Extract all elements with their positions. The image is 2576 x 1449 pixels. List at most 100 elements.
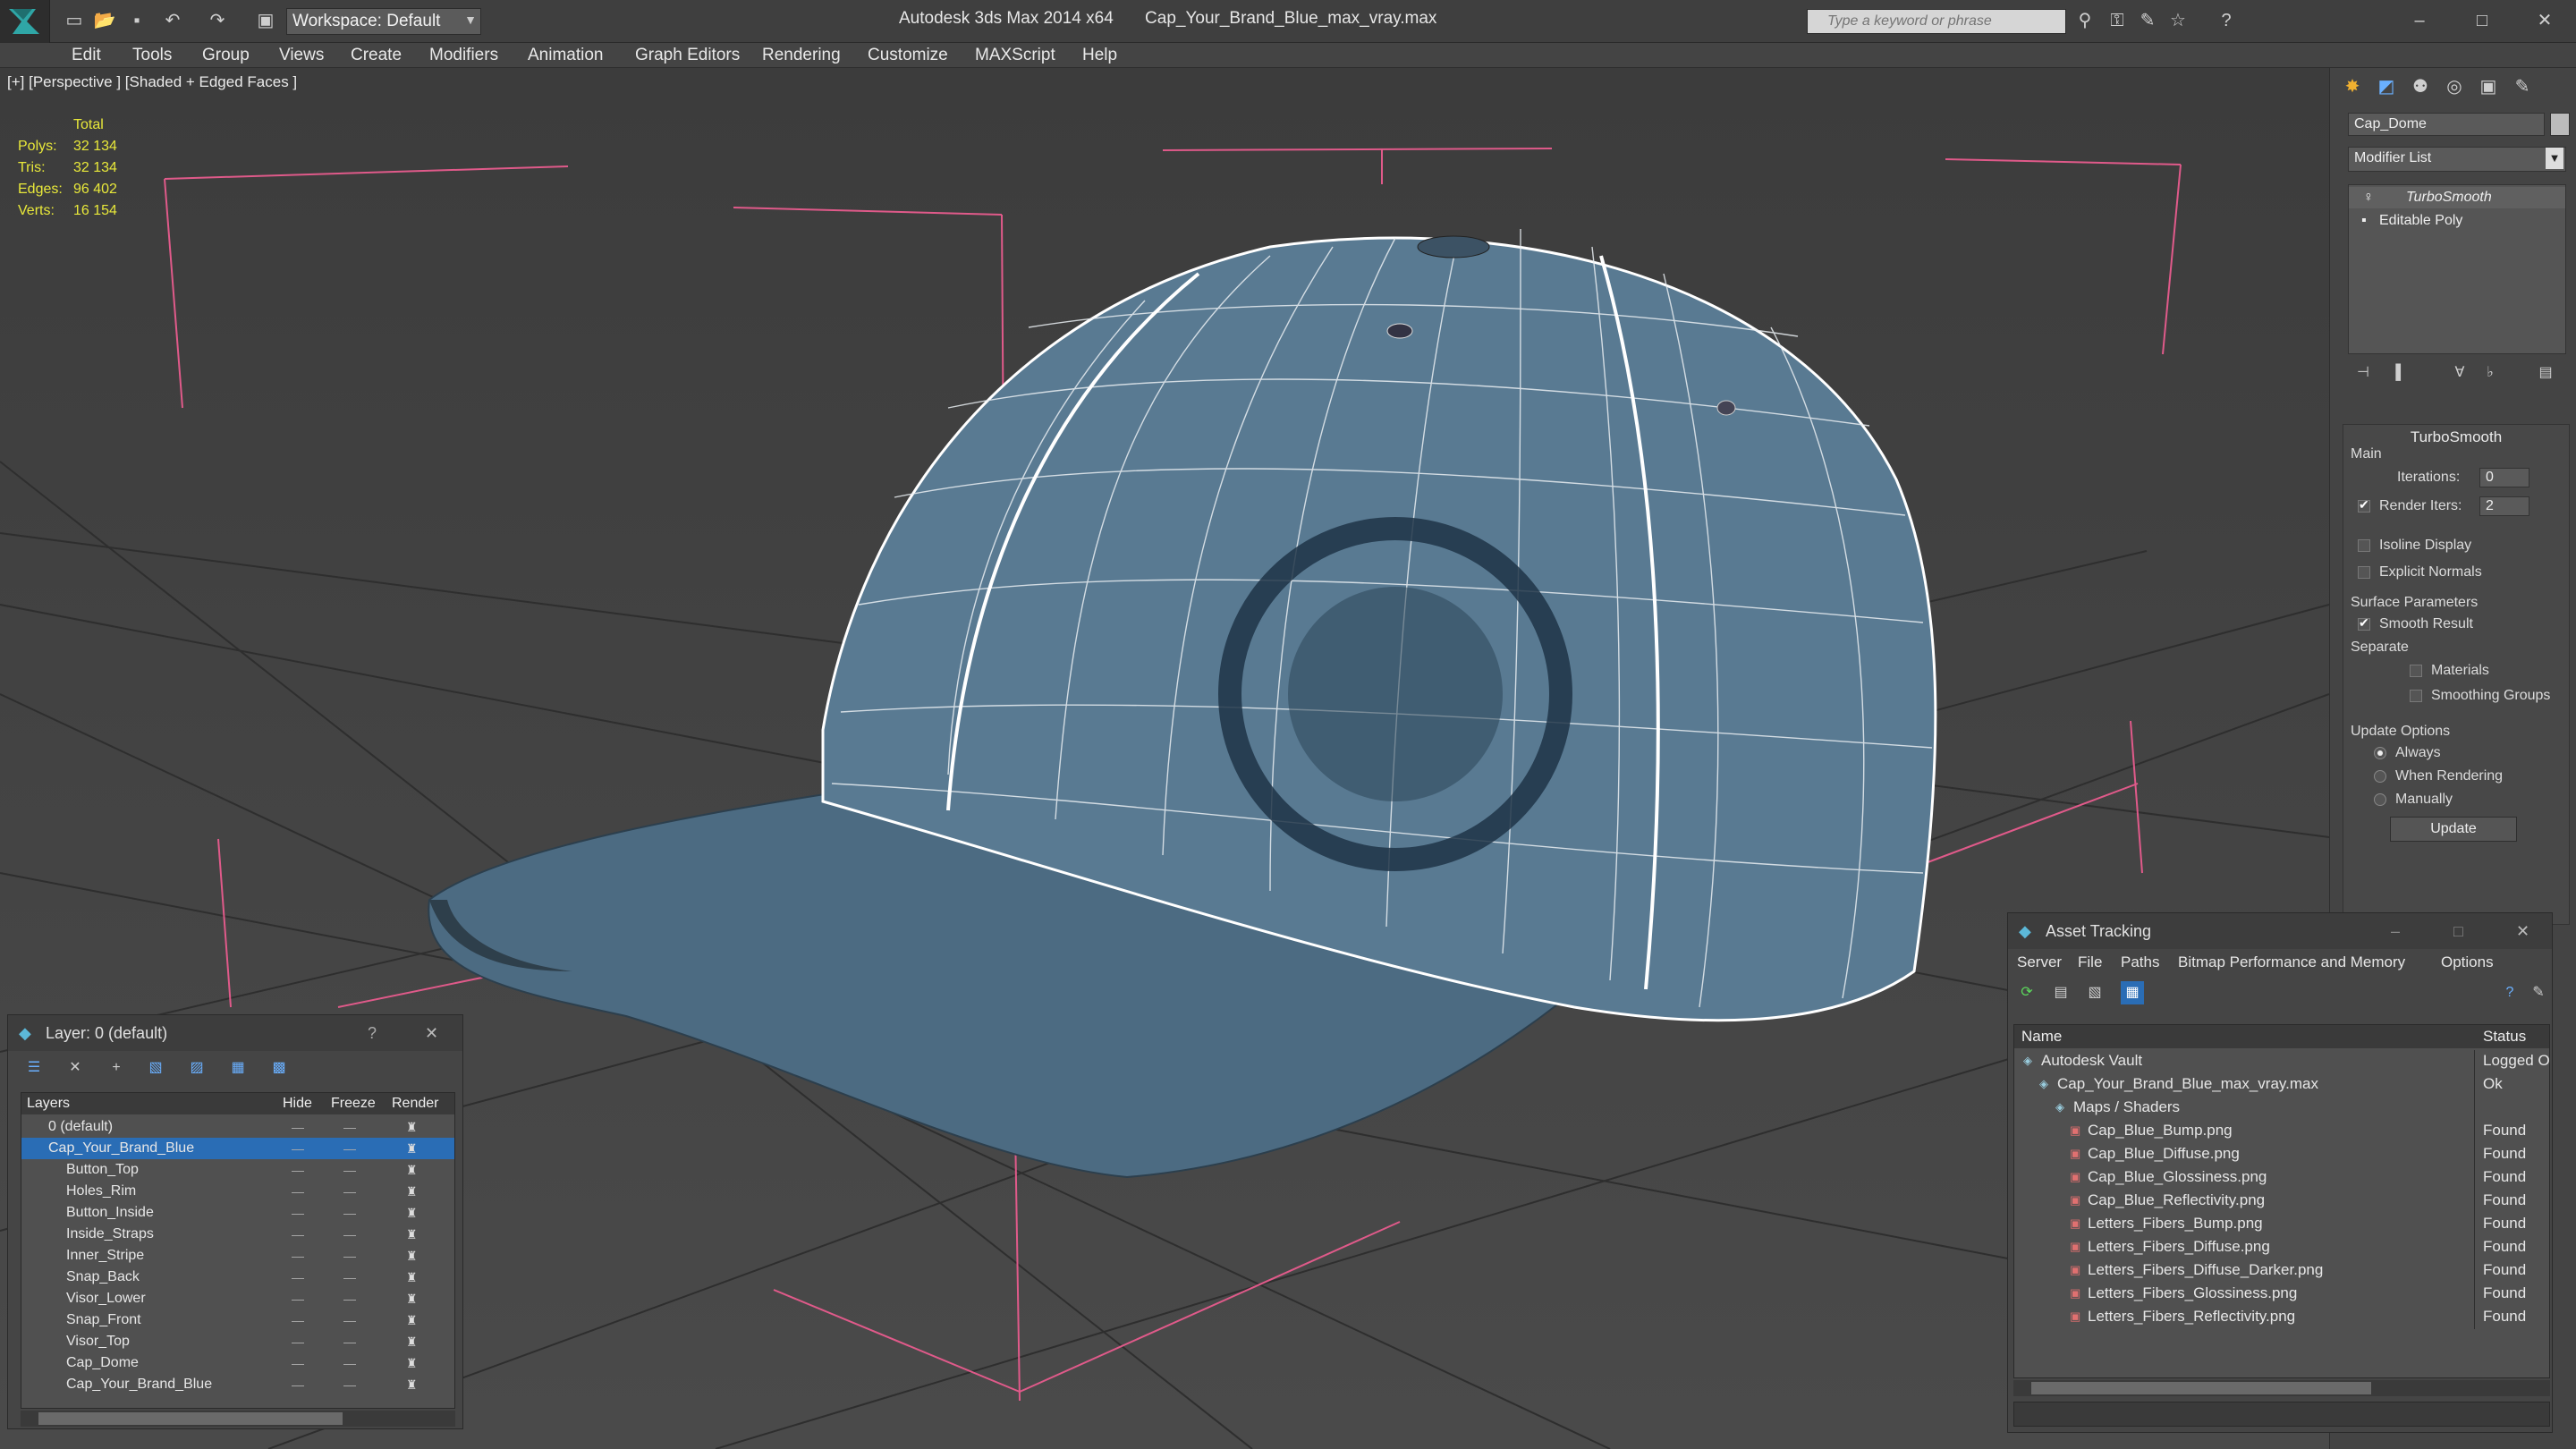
render-teapot-icon[interactable]: ♜	[406, 1309, 418, 1331]
render-teapot-icon[interactable]: ♜	[406, 1138, 418, 1159]
layer-scrollbar[interactable]	[21, 1411, 455, 1427]
layer-row[interactable]: Button_Inside — — ♜	[21, 1202, 454, 1224]
layer-manager-icon[interactable]: ☰	[22, 1056, 46, 1080]
help-icon[interactable]: ?	[368, 1015, 377, 1051]
freeze-toggle[interactable]: —	[343, 1224, 356, 1245]
freeze-toggle[interactable]: —	[343, 1309, 356, 1331]
freeze-all-icon[interactable]: ▩	[267, 1056, 291, 1080]
freeze-toggle[interactable]: —	[343, 1267, 356, 1288]
subscription-icon[interactable]: ⚿	[2106, 9, 2129, 32]
close-icon[interactable]: ✕	[2533, 9, 2556, 32]
hide-toggle[interactable]: —	[292, 1224, 304, 1245]
refresh-icon[interactable]: ⟳	[2015, 981, 2038, 1004]
render-teapot-icon[interactable]: ♜	[406, 1352, 418, 1374]
freeze-toggle[interactable]: —	[343, 1331, 356, 1352]
layer-row[interactable]: Cap_Dome — — ♜	[21, 1352, 454, 1374]
menu-create[interactable]: Create	[351, 43, 402, 68]
asset-row[interactable]: ▣ Cap_Blue_Reflectivity.png Found	[2014, 1190, 2549, 1213]
app-logo-icon[interactable]	[0, 0, 50, 43]
project-folder-icon[interactable]: ▣	[254, 9, 277, 32]
lightbulb-icon[interactable]: ♀	[2363, 187, 2374, 208]
menu-rendering[interactable]: Rendering	[762, 43, 841, 68]
stack-item-turbosmooth[interactable]: ♀ TurboSmooth	[2349, 187, 2565, 208]
layer-row[interactable]: 0 (default) — — ♜	[21, 1116, 454, 1138]
configure-sets-icon[interactable]: ▤	[2534, 361, 2557, 385]
asset-menu-paths[interactable]: Paths	[2121, 949, 2159, 976]
col-name[interactable]: Name	[2021, 1025, 2062, 1048]
hide-toggle[interactable]: —	[292, 1181, 304, 1202]
menu-maxscript[interactable]: MAXScript	[975, 43, 1055, 68]
asset-menu-bitmap[interactable]: Bitmap Performance and Memory	[2178, 949, 2405, 976]
asset-row[interactable]: ▣ Cap_Blue_Diffuse.png Found	[2014, 1143, 2549, 1166]
render-teapot-icon[interactable]: ♜	[406, 1159, 418, 1181]
workspace-dropdown[interactable]: Workspace: Default ▼	[286, 8, 481, 35]
isoline-checkbox[interactable]	[2358, 539, 2370, 552]
freeze-toggle[interactable]: —	[343, 1138, 356, 1159]
communication-icon[interactable]: ✎	[2136, 9, 2159, 32]
smoothing-groups-checkbox[interactable]	[2410, 690, 2422, 702]
viewport-label[interactable]: [+] [Perspective ] [Shaded + Edged Faces…	[7, 73, 297, 91]
minimize-icon[interactable]: –	[2408, 9, 2431, 32]
hide-toggle[interactable]: —	[292, 1288, 304, 1309]
table-view-icon[interactable]: ▦	[2121, 981, 2144, 1004]
render-teapot-icon[interactable]: ♜	[406, 1245, 418, 1267]
hide-toggle[interactable]: —	[292, 1331, 304, 1352]
asset-row[interactable]: ▣ Letters_Fibers_Diffuse_Darker.png Found	[2014, 1259, 2549, 1283]
stack-item-editable-poly[interactable]: ▪ Editable Poly	[2349, 210, 2565, 232]
menu-tools[interactable]: Tools	[132, 43, 172, 68]
favorites-icon[interactable]: ☆	[2166, 9, 2190, 32]
scrollbar-thumb[interactable]	[2031, 1382, 2371, 1394]
freeze-toggle[interactable]: —	[343, 1288, 356, 1309]
render-teapot-icon[interactable]: ♜	[406, 1224, 418, 1245]
new-file-icon[interactable]: ▭	[63, 9, 86, 32]
binoculars-icon[interactable]: ⚲	[2073, 9, 2097, 32]
help-icon[interactable]: ?	[2215, 9, 2238, 32]
render-teapot-icon[interactable]: ♜	[406, 1181, 418, 1202]
delete-layer-icon[interactable]: ✕	[64, 1056, 87, 1080]
manually-radio[interactable]	[2374, 793, 2386, 806]
render-iters-spinner[interactable]: 2	[2479, 496, 2529, 516]
asset-row[interactable]: ▣ Letters_Fibers_Bump.png Found	[2014, 1213, 2549, 1236]
hide-toggle[interactable]: —	[292, 1138, 304, 1159]
settings-icon[interactable]: ✎	[2527, 981, 2550, 1004]
layer-window-title[interactable]: ◆ Layer: 0 (default) ? ✕	[8, 1015, 462, 1051]
undo-icon[interactable]: ↶	[161, 9, 184, 32]
add-layer-icon[interactable]: +	[105, 1056, 128, 1080]
layer-row[interactable]: Button_Top — — ♜	[21, 1159, 454, 1181]
freeze-toggle[interactable]: —	[343, 1159, 356, 1181]
layer-row[interactable]: Inside_Straps — — ♜	[21, 1224, 454, 1245]
hide-toggle[interactable]: —	[292, 1309, 304, 1331]
layer-row[interactable]: Cap_Your_Brand_Blue — — ♜	[21, 1374, 454, 1395]
create-tab-icon[interactable]: ✸	[2341, 75, 2364, 98]
update-button[interactable]: Update	[2390, 817, 2517, 842]
freeze-toggle[interactable]: —	[343, 1202, 356, 1224]
menu-customize[interactable]: Customize	[868, 43, 948, 68]
remove-modifier-icon[interactable]: ♭	[2479, 361, 2502, 385]
hide-toggle[interactable]: —	[292, 1159, 304, 1181]
smooth-result-checkbox[interactable]	[2358, 615, 2370, 631]
asset-row[interactable]: ▣ Cap_Blue_Glossiness.png Found	[2014, 1166, 2549, 1190]
freeze-toggle[interactable]: —	[343, 1245, 356, 1267]
asset-row[interactable]: ▣ Letters_Fibers_Glossiness.png Found	[2014, 1283, 2549, 1306]
asset-menu-file[interactable]: File	[2078, 949, 2102, 976]
always-radio[interactable]	[2374, 747, 2386, 759]
utilities-tab-icon[interactable]: ✎	[2511, 75, 2534, 98]
render-teapot-icon[interactable]: ♜	[406, 1116, 418, 1138]
explicit-normals-checkbox[interactable]	[2358, 566, 2370, 579]
close-icon[interactable]: ✕	[425, 1015, 438, 1051]
freeze-toggle[interactable]: —	[343, 1181, 356, 1202]
asset-row[interactable]: ▣ Letters_Fibers_Reflectivity.png Found	[2014, 1306, 2549, 1329]
render-teapot-icon[interactable]: ♜	[406, 1331, 418, 1352]
iterations-spinner[interactable]: 0	[2479, 468, 2529, 487]
layer-row[interactable]: Inner_Stripe — — ♜	[21, 1245, 454, 1267]
hide-toggle[interactable]: —	[292, 1267, 304, 1288]
menu-help[interactable]: Help	[1082, 43, 1117, 68]
freeze-toggle[interactable]: —	[343, 1116, 356, 1138]
col-hide[interactable]: Hide	[283, 1093, 312, 1114]
layer-row[interactable]: Visor_Top — — ♜	[21, 1331, 454, 1352]
motion-tab-icon[interactable]: ◎	[2443, 75, 2466, 98]
asset-row[interactable]: ▣ Cap_Blue_Bump.png Found	[2014, 1120, 2549, 1143]
select-layer-icon[interactable]: ▧	[144, 1056, 167, 1080]
thumbnail-view-icon[interactable]: ▧	[2083, 981, 2106, 1004]
menu-group[interactable]: Group	[202, 43, 250, 68]
